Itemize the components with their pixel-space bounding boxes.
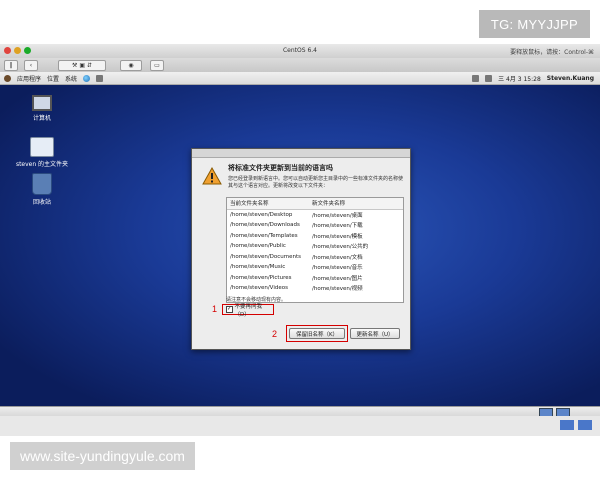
new-folder-cell: /home/steven/模板 xyxy=(312,233,363,240)
keep-button-highlight: 保留旧名称（K） xyxy=(286,325,348,342)
prev-button[interactable]: ‹ xyxy=(24,60,38,71)
keep-old-names-button[interactable]: 保留旧名称（K） xyxy=(289,328,345,339)
update-names-button[interactable]: 更新名称（U） xyxy=(350,328,400,339)
desktop-icon-label: 回收站 xyxy=(32,199,51,206)
dont-ask-again-checkbox[interactable]: ✓ 不要再问我（D） xyxy=(222,303,274,318)
table-row[interactable]: /home/steven/Documents /home/steven/文档 xyxy=(227,252,403,263)
checkbox-check-icon: ✓ xyxy=(226,306,233,313)
checkbox-label: 不要再问我（D） xyxy=(234,303,263,318)
current-folder-cell: /home/steven/Desktop xyxy=(230,211,293,218)
current-folder-cell: /home/steven/Downloads xyxy=(230,222,300,229)
new-folder-cell: /home/steven/音乐 xyxy=(312,265,363,272)
table-row[interactable]: /home/steven/Templates /home/steven/模板 xyxy=(227,231,403,242)
table-row[interactable]: /home/steven/Public /home/steven/公共的 xyxy=(227,241,403,252)
table-row[interactable]: /home/steven/Videos /home/steven/视频 xyxy=(227,283,403,294)
volume-icon[interactable] xyxy=(472,75,480,82)
menu-system[interactable]: 系统 xyxy=(65,74,77,83)
computer-icon xyxy=(32,95,52,111)
annotation-marker-2: 2 xyxy=(272,329,278,339)
wrench-icon: ⚒ ▣ ⇵ xyxy=(72,62,92,69)
update-folders-dialog: 将标准文件夹更新到当前的语言吗 您已经登录到新语言中。您可以自动更新您主目录中的… xyxy=(191,148,411,350)
desktop-icon-label: steven 的主文件夹 xyxy=(15,161,69,168)
annotation-marker-1: 1 xyxy=(212,304,218,314)
current-folder-cell: /home/steven/Public xyxy=(230,243,286,250)
new-folder-cell: /home/steven/视频 xyxy=(312,286,363,293)
table-header-row: 当前文件夹名称 新文件夹名称 xyxy=(227,198,403,210)
page: CentOS 6.4 要释放鼠标，请按：Control-⌘ ‖ ‹ ⚒ ▣ ⇵ … xyxy=(0,0,600,480)
panel-user[interactable]: Steven.Kuang xyxy=(547,75,594,82)
new-folder-cell: /home/steven/文档 xyxy=(312,254,363,261)
panel-clock[interactable]: 三 4月 3 15:28 xyxy=(498,74,541,83)
table-row[interactable]: /home/steven/Music /home/steven/音乐 xyxy=(227,262,403,273)
site-overlay: www.site-yundingyule.com xyxy=(10,442,195,470)
menu-places[interactable]: 位置 xyxy=(47,74,59,83)
mail-launcher-icon[interactable] xyxy=(96,75,104,82)
dialog-heading: 将标准文件夹更新到当前的语言吗 xyxy=(228,164,333,172)
dialog-description: 您已经登录到新语言中。您可以自动更新您主目录中的一些标准文件夹的名称使其与这个语… xyxy=(228,176,404,189)
col-current-name[interactable]: 当前文件夹名称 xyxy=(227,199,309,207)
col-new-name[interactable]: 新文件夹名称 xyxy=(309,199,403,207)
current-folder-cell: /home/steven/Videos xyxy=(230,285,288,292)
pause-icon: ‖ xyxy=(9,62,13,69)
fullscreen-button[interactable]: ▭ xyxy=(150,60,164,71)
home-folder-icon xyxy=(30,137,54,157)
dialog-titlebar[interactable] xyxy=(192,149,410,158)
current-folder-cell: /home/steven/Music xyxy=(230,264,286,271)
new-folder-cell: /home/steven/下载 xyxy=(312,223,363,230)
warning-icon xyxy=(202,167,222,185)
table-row[interactable]: /home/steven/Pictures /home/steven/图片 xyxy=(227,273,403,284)
table-row[interactable]: /home/steven/Downloads /home/steven/下载 xyxy=(227,220,403,231)
vm-statusbar xyxy=(0,416,600,436)
new-folder-cell: /home/steven/桌面 xyxy=(312,212,363,219)
tag-overlay: TG: MYYJJPP xyxy=(478,10,590,38)
desktop-icon-trash[interactable]: 回收站 xyxy=(12,173,72,206)
fullscreen-icon: ▭ xyxy=(154,62,160,69)
desktop-icon-home[interactable]: steven 的主文件夹 xyxy=(12,137,72,168)
desktop-icon-computer[interactable]: 计算机 xyxy=(12,95,72,122)
panel-menus: 应用程序 位置 系统 xyxy=(4,74,104,83)
browser-launcher-icon[interactable] xyxy=(83,75,91,82)
folder-table[interactable]: 当前文件夹名称 新文件夹名称 /home/steven/Desktop /hom… xyxy=(226,197,404,303)
chevron-left-icon: ‹ xyxy=(29,62,33,69)
network-status-icon[interactable] xyxy=(578,420,592,430)
devices-button[interactable]: ◉ xyxy=(120,60,142,71)
panel-status: 三 4月 3 15:28 Steven.Kuang xyxy=(472,74,594,83)
trash-icon xyxy=(32,173,52,195)
release-mouse-hint: 要释放鼠标，请按：Control-⌘ xyxy=(510,49,594,56)
network-icon[interactable] xyxy=(485,75,493,82)
vm-titlebar: CentOS 6.4 要释放鼠标，请按：Control-⌘ xyxy=(0,44,600,58)
gnome-foot-icon xyxy=(4,75,11,82)
table-row[interactable]: /home/steven/Desktop /home/steven/桌面 xyxy=(227,210,403,221)
gnome-top-panel: 应用程序 位置 系统 三 4月 3 15:28 Steven.Kuang xyxy=(0,72,600,85)
desktop-icon-label: 计算机 xyxy=(32,115,51,122)
current-folder-cell: /home/steven/Templates xyxy=(230,232,298,239)
settings-button[interactable]: ⚒ ▣ ⇵ xyxy=(58,60,106,71)
pause-button[interactable]: ‖ xyxy=(4,60,18,71)
vm-toolbar: ‖ ‹ ⚒ ▣ ⇵ ◉ ▭ xyxy=(0,58,600,73)
vm-status-icons xyxy=(560,420,592,430)
current-folder-cell: /home/steven/Documents xyxy=(230,253,302,260)
new-folder-cell: /home/steven/图片 xyxy=(312,275,363,282)
hdd-status-icon[interactable] xyxy=(560,420,574,430)
menu-applications[interactable]: 应用程序 xyxy=(17,74,41,83)
disk-icon: ◉ xyxy=(128,62,134,69)
new-folder-cell: /home/steven/公共的 xyxy=(312,244,369,251)
current-folder-cell: /home/steven/Pictures xyxy=(230,274,292,281)
